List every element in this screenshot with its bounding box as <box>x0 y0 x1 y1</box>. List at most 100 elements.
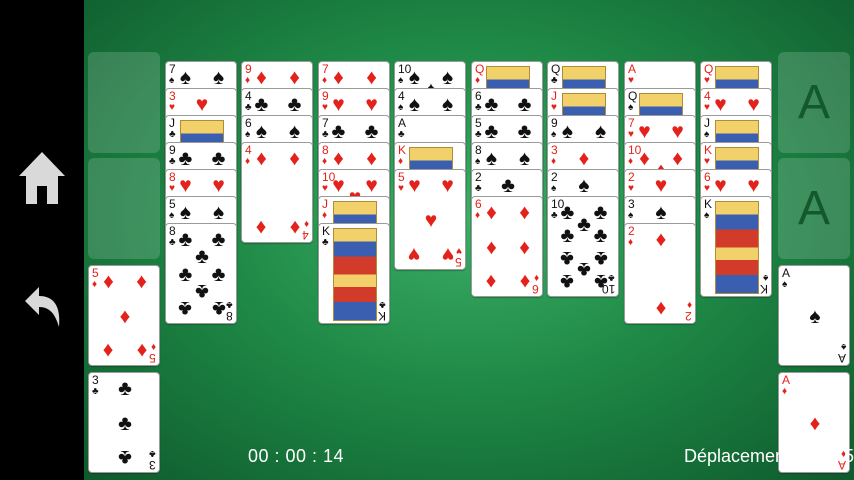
card-suit-corner-icon: ♣ <box>226 299 233 310</box>
card-rank: K <box>704 143 713 157</box>
card-suit-icon: ♠ <box>704 129 710 140</box>
card-rank: A <box>782 266 791 280</box>
suit-pip-icon: ♦ <box>519 201 530 225</box>
card-rank: 4 <box>245 89 252 103</box>
moves-value: 5 <box>844 446 854 466</box>
foundation-slot[interactable]: A <box>778 158 850 259</box>
card-rank: K <box>322 224 331 238</box>
card-rank: 2 <box>628 224 635 238</box>
card-rank: 7 <box>628 116 635 130</box>
suit-pip-icon: ♣ <box>211 147 226 171</box>
suit-pip-icon: ♣ <box>517 120 532 144</box>
suit-pip-icon: ♣ <box>118 445 132 469</box>
suit-pip-icon: ♥ <box>654 174 668 198</box>
suit-pip-icon: ♣ <box>501 174 515 198</box>
card-suit-icon: ♥ <box>704 183 710 194</box>
suit-pip-icon: ♠ <box>594 120 607 144</box>
card-suit-icon: ♣ <box>475 129 482 140</box>
card-suit-icon: ♣ <box>169 237 176 248</box>
card-rank: 10 <box>398 62 412 76</box>
card-suit-icon: ♠ <box>169 75 175 86</box>
tableau-card[interactable]: K ♣ K ♣ <box>318 223 390 324</box>
card-rank: 5 <box>92 266 99 280</box>
card-suit-icon: ♣ <box>475 183 482 194</box>
suit-pip-icon: ♠ <box>809 304 821 328</box>
card-suit-icon: ♦ <box>398 156 404 167</box>
tableau-card[interactable]: ♦ ♦ ♦ ♦ ♦ ♦ 6 ♦ 6 ♦ <box>471 196 543 297</box>
suit-pip-icon: ♦ <box>119 304 131 328</box>
card-suit-icon: ♦ <box>322 156 328 167</box>
card-suit-icon: ♠ <box>628 210 634 221</box>
suit-pip-icon: ♥ <box>195 93 209 117</box>
tableau-card[interactable]: ♦ ♦ 2 ♦ 2 ♦ <box>624 223 696 324</box>
card-rank: 2 <box>551 170 558 184</box>
card-rank: 8 <box>475 143 482 157</box>
card-suit-corner-icon: ♦ <box>533 272 539 283</box>
tableau-card[interactable]: ♦ ♦ ♦ ♦ 4 ♦ 4 ♦ <box>241 142 313 243</box>
card-rank: A <box>628 62 637 76</box>
card-rank: 5 <box>475 116 482 130</box>
tableau-card[interactable]: ♣ ♣ ♣ ♣ ♣ ♣ ♣ ♣ ♣ ♣ 10 ♣ 10 ♣ <box>547 196 619 297</box>
card-suit-icon: ♦ <box>782 386 788 397</box>
card-suit-icon: ♥ <box>628 183 634 194</box>
suit-pip-icon: ♣ <box>593 224 608 248</box>
card-rank: 10 <box>322 170 336 184</box>
court-card-figure <box>333 228 377 321</box>
suit-pip-icon: ♣ <box>517 93 532 117</box>
freecell-slot[interactable] <box>88 158 160 259</box>
undo-icon <box>25 287 60 327</box>
suit-pip-icon: ♦ <box>289 66 300 90</box>
card-suit-icon: ♠ <box>551 183 557 194</box>
freecell-card[interactable]: ♦ ♦ ♦ ♦ ♦ 5 ♦ 5 ♦ <box>88 265 160 366</box>
card-rank: 8 <box>322 143 329 157</box>
home-button[interactable] <box>14 150 70 206</box>
suit-pip-icon: ♦ <box>655 228 667 252</box>
freecell-card[interactable]: ♣ ♣ ♣ 3 ♣ 3 ♣ <box>88 372 160 473</box>
card-rank: 9 <box>169 143 176 157</box>
suit-pip-icon: ♥ <box>441 174 454 198</box>
suit-pip-icon: ♥ <box>747 93 760 117</box>
foundation-card[interactable]: ♠ A ♠ A ♠ <box>778 265 850 366</box>
foundation-label: A <box>797 182 830 235</box>
undo-button[interactable] <box>14 278 70 334</box>
suit-pip-icon: ♠ <box>255 120 268 144</box>
card-rank: 9 <box>322 89 329 103</box>
card-suit-icon: ♦ <box>245 156 251 167</box>
card-rank: 4 <box>704 89 711 103</box>
card-rank-corner: 10 <box>601 282 615 296</box>
suit-pip-icon: ♥ <box>747 174 760 198</box>
suit-pip-icon: ♠ <box>179 201 192 225</box>
suit-pip-icon: ♥ <box>714 174 727 198</box>
card-rank: K <box>704 197 713 211</box>
suit-pip-icon: ♣ <box>484 93 499 117</box>
card-rank: 3 <box>92 373 99 387</box>
card-suit-corner-icon: ♦ <box>150 341 156 352</box>
card-suit-icon: ♠ <box>398 102 404 113</box>
card-rank-corner: K <box>377 309 386 323</box>
suit-pip-icon: ♣ <box>178 296 193 320</box>
card-rank: 4 <box>245 143 252 157</box>
card-suit-icon: ♦ <box>551 156 557 167</box>
card-rank: 2 <box>628 170 635 184</box>
suit-pip-icon: ♠ <box>561 120 574 144</box>
suit-pip-icon: ♥ <box>424 208 438 232</box>
card-rank: 4 <box>398 89 405 103</box>
card-suit-icon: ♥ <box>169 183 175 194</box>
freecell-slot[interactable] <box>88 52 160 153</box>
tableau-card[interactable]: ♣ ♣ ♣ ♣ ♣ ♣ ♣ ♣ 8 ♣ 8 ♣ <box>165 223 237 324</box>
card-suit-icon: ♦ <box>322 210 328 221</box>
tableau-card[interactable]: K ♠ K ♠ <box>700 196 772 297</box>
card-suit-icon: ♦ <box>322 75 328 86</box>
card-rank: 6 <box>704 170 711 184</box>
card-suit-corner-icon: ♦ <box>686 299 692 310</box>
card-rank: A <box>398 116 407 130</box>
card-suit-icon: ♣ <box>169 156 176 167</box>
card-rank: 7 <box>322 62 329 76</box>
suit-pip-icon: ♠ <box>288 120 301 144</box>
foundation-slot[interactable]: A <box>778 52 850 153</box>
card-rank: 9 <box>551 116 558 130</box>
card-suit-icon: ♣ <box>169 129 176 140</box>
card-rank-corner: 5 <box>455 255 462 269</box>
card-rank-corner: K <box>759 282 768 296</box>
tableau-card[interactable]: ♥ ♥ ♥ ♥ ♥ 5 ♥ 5 ♥ <box>394 169 466 270</box>
